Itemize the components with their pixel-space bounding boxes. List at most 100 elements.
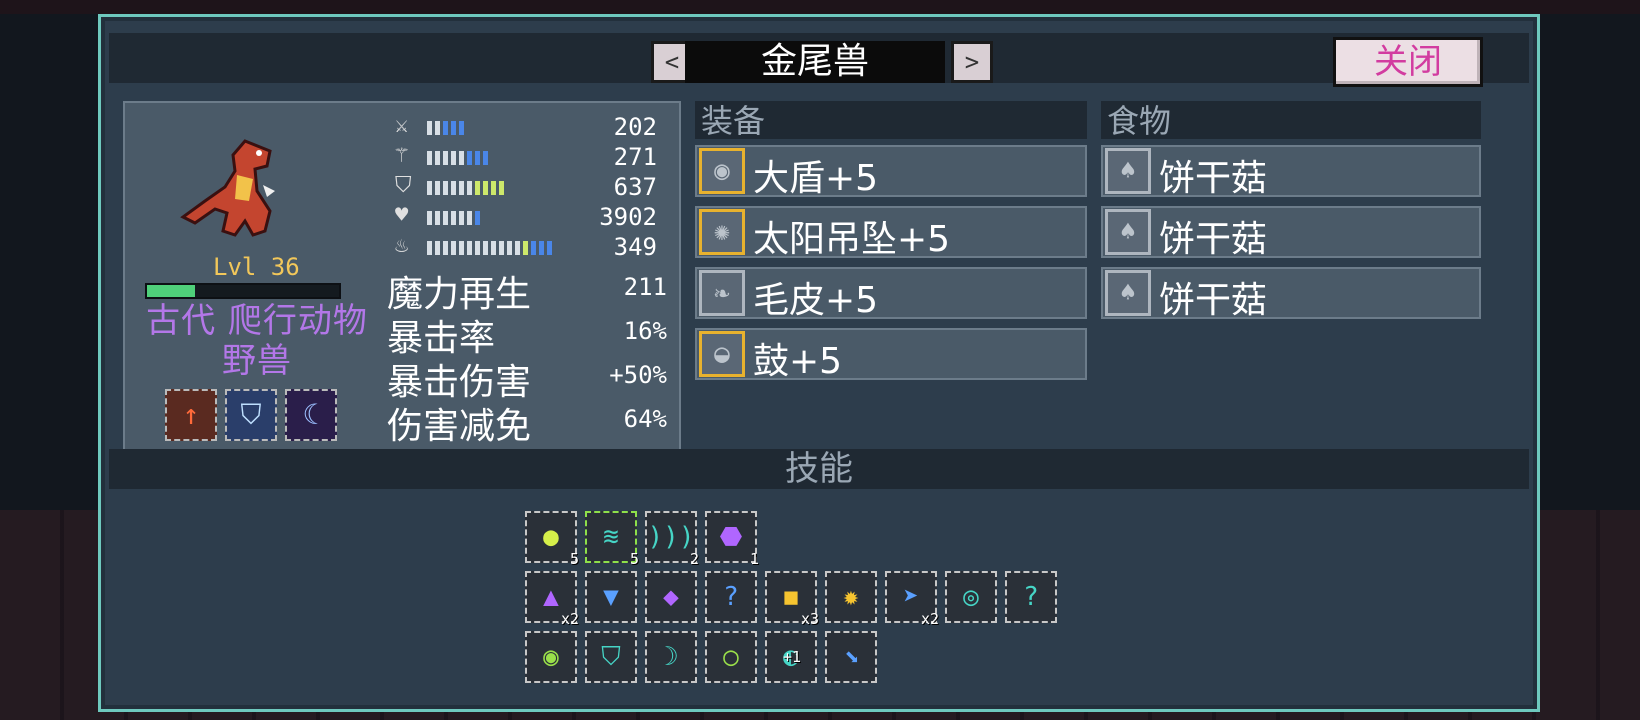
mushroom-icon: ♠ [1105,270,1151,316]
purple-gem-icon[interactable]: ◆ [645,571,697,623]
skill-row-2: ▲ x2 ▼ ◆ ? ◼ x3 ✹ ➤ x2 ◎ ? [525,571,1057,627]
trait-list: ↑ ⛉ ☾ [165,389,337,441]
slime-shield-icon[interactable]: ● 5 [525,511,579,567]
gold-bar-icon[interactable]: ◼ x3 [765,571,819,627]
stat-row: ⚔ 202 [395,113,657,141]
creature-info-box: Lvl 36 古代 爬行动物 野兽 ↑ ⛉ ☾ ⚔ 202 ⚚ 271 ⛉ 637 ♥ 390… [123,101,681,451]
mana-flask-icon: ♨ [395,233,409,258]
stat-pips [427,180,507,195]
teal-crescent-icon[interactable]: ☽ [645,631,697,683]
food-heading: 食物 [1101,101,1481,140]
stat-row: ⚚ 271 [395,143,657,171]
green-orb-icon[interactable]: ◉ [525,631,577,683]
background-ceiling [0,0,1640,14]
stat-value: 16% [623,317,667,345]
stat-pips [427,210,483,225]
wind-slash-icon[interactable]: ≋ 5 [585,511,639,567]
hp-bar [145,283,341,299]
drum-icon: ◒ [699,331,745,377]
stat-pips [427,240,555,255]
staff-shield-icon[interactable]: ⛉ [225,389,277,441]
skill-count: 2 [689,550,699,568]
skill-count: x3 [800,610,819,628]
stat-row: ♥ 3902 [395,203,657,231]
teal-ring-icon[interactable]: ◎ [945,571,997,623]
stat-mana-regen: 魔力再生 211 [387,265,667,315]
chevron-left-icon: < [664,48,680,76]
stat-value: 349 [613,233,657,261]
creature-title: 金尾兽 [685,41,945,83]
stat-value: 202 [613,113,657,141]
food-label: 饼干菇 [1159,219,1268,260]
skill-count: 5 [629,550,639,568]
staff-icon: ⚚ [395,143,409,168]
equipment-slot[interactable]: ◒ 鼓+5 [695,328,1087,382]
blue-fish-icon[interactable]: ➤ x2 [885,571,939,627]
stat-value: 211 [623,273,667,301]
stat-damage-reduction: 伤害减免 64% [387,397,667,447]
blue-gem-icon[interactable]: ▼ [585,571,637,623]
stat-value: +50% [609,361,667,389]
moon-icon[interactable]: ☾ [285,389,337,441]
skill-count: 5 [569,550,579,568]
shield-ring-icon[interactable]: ⛉ [585,631,637,683]
stat-row: ⛉ 637 [395,173,657,201]
skill-count: x2 [560,610,579,628]
green-ring-icon[interactable]: ○ [705,631,757,683]
attack-up-icon[interactable]: ↑ [165,389,217,441]
next-creature-button[interactable]: > [951,41,993,83]
skill-count: 1 [749,550,759,568]
stat-crit-damage: 暴击伤害 +50% [387,353,667,403]
stat-value: 637 [613,173,657,201]
mushroom-icon: ♠ [1105,209,1151,255]
equipment-slot[interactable]: ✺ 太阳吊坠+5 [695,206,1087,260]
equipment-slot[interactable]: ❧ 毛皮+5 [695,267,1087,321]
plus-one-icon[interactable]: ◐ +1 [765,631,817,683]
purple-feather-icon[interactable]: ⬣ 1 [705,511,759,567]
creature-type-name: 古代 爬行动物 野兽 [146,301,368,381]
food-slot[interactable]: ♠ 饼干菇 [1101,267,1481,321]
stat-pips [427,120,467,135]
wave-icon[interactable]: ))) 2 [645,511,699,567]
chevron-right-icon: > [964,48,980,76]
equipment-heading: 装备 [695,101,1087,140]
heart-icon: ♥ [395,203,409,228]
stat-pips [427,150,491,165]
shield-round-icon: ◉ [699,148,745,194]
equipment-label: 鼓+5 [753,341,843,382]
shield-icon: ⛉ [395,173,412,198]
unknown-icon[interactable]: ? [1005,571,1057,623]
skill-row-3: ◉ ⛉ ☽ ○ ◐ +1 ⬊ [525,631,877,683]
blue-arrow-icon[interactable]: ⬊ [825,631,877,683]
stat-value: 271 [613,143,657,171]
unknown-icon[interactable]: ? [705,571,757,623]
skill-row-1: ● 5 ≋ 5 ))) 2 ⬣ 1 [525,511,759,567]
skill-count: x2 [920,610,939,628]
creature-sprite-icon [180,139,275,237]
stat-crit-rate: 暴击率 16% [387,309,667,359]
stat-value: 64% [623,405,667,433]
food-slot[interactable]: ♠ 饼干菇 [1101,206,1481,260]
food-slot[interactable]: ♠ 饼干菇 [1101,145,1481,199]
close-button[interactable]: 关闭 [1333,37,1483,87]
sword-icon: ⚔ [395,113,409,138]
stat-label: 伤害减免 [387,406,532,447]
purple-up-icon[interactable]: ▲ x2 [525,571,579,627]
mushroom-icon: ♠ [1105,148,1151,194]
equipment-label: 大盾+5 [753,158,879,199]
food-label: 饼干菇 [1159,280,1268,321]
food-label: 饼干菇 [1159,158,1268,199]
fur-icon: ❧ [699,270,745,316]
sun-pendant-icon: ✺ [699,209,745,255]
creature-panel: < 金尾兽 > 关闭 Lvl 36 古代 爬行动物 野兽 ↑ ⛉ ☾ ⚔ 202 ⚚… [98,14,1540,712]
equipment-label: 太阳吊坠+5 [753,219,951,260]
stat-row: ♨ 349 [395,233,657,261]
creature-level: Lvl 36 [213,253,300,281]
stat-value: 3902 [599,203,657,231]
equipment-slot[interactable]: ◉ 大盾+5 [695,145,1087,199]
skill-count: +1 [782,648,801,666]
hp-bar-fill [147,285,195,297]
equipment-label: 毛皮+5 [753,280,879,321]
sunburst-icon[interactable]: ✹ [825,571,877,623]
skills-heading: 技能 [109,449,1529,489]
